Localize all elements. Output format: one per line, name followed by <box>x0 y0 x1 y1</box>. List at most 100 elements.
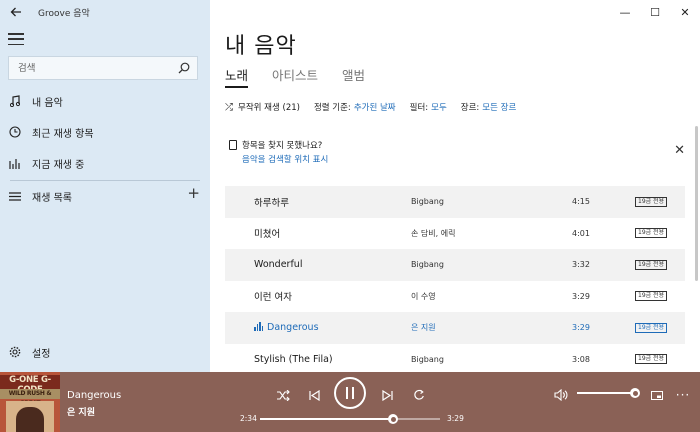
song-title: 미쳤어 <box>254 229 281 241</box>
maximize-button[interactable]: ☐ <box>640 0 670 24</box>
filter-bar: ⤮ 무작위 재생 (21) 정렬 기준: 추가된 날짜 필터: 모두 장르: 모든 장르 <box>225 101 516 113</box>
more-icon: ··· <box>675 388 691 402</box>
sort-dropdown[interactable]: 정렬 기준: 추가된 날짜 <box>314 101 396 113</box>
sidebar-item-label: 지금 재생 중 <box>32 159 85 171</box>
app-title: Groove 음악 <box>38 8 90 19</box>
previous-button[interactable] <box>303 384 325 406</box>
song-artist: 손 담비, 에릭 <box>411 228 456 238</box>
song-duration: 3:32 <box>572 260 590 270</box>
song-list: 하루하루 Bigbang 4:15 19금 전용 미쳤어 손 담비, 에릭 4:… <box>225 186 685 375</box>
genre-value: 모든 장르 <box>482 103 517 113</box>
main-content: — ☐ ✕ 내 음악 노래 아티스트 앨범 ⤮ 무작위 재생 (21) 정렬 기준… <box>210 0 700 372</box>
song-row[interactable]: 이런 여자 이 수영 3:29 19금 전용 <box>225 281 685 313</box>
volume-slider-thumb[interactable] <box>630 388 640 398</box>
album-art[interactable]: G-ONE G-CODE WILD RUSH & GREAT <box>0 372 60 432</box>
music-note-icon <box>0 95 30 107</box>
genre-dropdown[interactable]: 장르: 모든 장르 <box>461 101 517 113</box>
song-row[interactable]: Stylish (The Fila) Bigbang 3:08 19금 전용 <box>225 344 685 376</box>
album-art-title: G-ONE G-CODE <box>0 375 60 395</box>
volume-slider[interactable] <box>577 388 640 398</box>
previous-icon <box>308 389 320 401</box>
filter-value: 모두 <box>431 103 447 113</box>
sort-label: 정렬 기준: <box>313 103 351 113</box>
sidebar-item-settings[interactable]: 설정 <box>0 337 210 367</box>
sidebar-item-label: 최근 재생 항목 <box>32 128 94 140</box>
tab-bar: 노래 아티스트 앨범 <box>225 65 389 88</box>
pause-button[interactable] <box>334 377 366 409</box>
mini-view-icon <box>651 390 663 400</box>
search-icon[interactable] <box>178 62 190 74</box>
song-artist: Bigbang <box>411 354 444 364</box>
bars-icon <box>0 158 30 169</box>
volume-slider-fill <box>577 392 635 394</box>
shuffle-button[interactable] <box>272 384 294 406</box>
song-row[interactable]: Wonderful Bigbang 3:32 19금 전용 <box>225 249 685 281</box>
song-duration: 3:29 <box>572 291 590 301</box>
explicit-badge: 19금 전용 <box>635 228 668 239</box>
window-controls: — ☐ ✕ <box>610 0 700 24</box>
hamburger-menu-icon[interactable] <box>8 32 24 46</box>
gear-icon <box>0 346 30 358</box>
repeat-icon <box>414 389 424 400</box>
notice-title: 항목을 찾지 못했나요? <box>242 141 323 151</box>
song-duration: 3:08 <box>572 354 590 364</box>
repeat-button[interactable] <box>408 384 430 406</box>
song-duration: 4:15 <box>572 197 590 207</box>
now-playing-icon <box>254 322 263 332</box>
tab-artists[interactable]: 아티스트 <box>272 65 318 88</box>
current-time: 2:34 <box>240 414 257 423</box>
close-button[interactable]: ✕ <box>670 0 700 24</box>
sidebar-item-recent[interactable]: 최근 재생 항목 <box>0 117 210 147</box>
add-playlist-button[interactable]: + <box>187 186 200 201</box>
volume-button[interactable] <box>550 384 572 406</box>
song-artist: Bigbang <box>411 260 444 270</box>
now-playing-title[interactable]: Dangerous <box>67 390 121 401</box>
seek-bar-thumb[interactable] <box>388 414 399 424</box>
sidebar: Groove 음악 내 음악 최근 재생 항목 지금 재생 중 재생 목록 + <box>0 0 210 372</box>
sort-value: 추가된 날짜 <box>353 103 396 113</box>
clock-icon <box>0 126 30 138</box>
pause-icon-bar <box>346 387 348 399</box>
total-time: 3:29 <box>447 414 464 423</box>
close-notice-icon[interactable]: ✕ <box>674 143 685 158</box>
explicit-badge: 19금 전용 <box>635 259 668 270</box>
album-art-subtitle: WILD RUSH & GREAT <box>0 389 60 407</box>
document-icon <box>229 140 237 150</box>
tab-albums[interactable]: 앨범 <box>342 65 365 88</box>
minimize-button[interactable]: — <box>610 0 640 24</box>
song-row[interactable]: 미쳤어 손 담비, 에릭 4:01 19금 전용 <box>225 218 685 250</box>
explicit-badge: 19금 전용 <box>635 354 668 365</box>
song-title: Stylish (The Fila) <box>254 353 333 365</box>
now-playing-artist[interactable]: 은 지원 <box>67 405 95 418</box>
song-title: Dangerous <box>254 322 319 333</box>
mini-view-button[interactable] <box>646 384 668 406</box>
scrollbar[interactable] <box>695 126 698 281</box>
shuffle-icon: ⤮ <box>225 102 233 113</box>
tab-songs[interactable]: 노래 <box>225 65 249 88</box>
playlist-icon <box>0 191 30 201</box>
sidebar-item-playlists[interactable]: 재생 목록 + <box>0 181 210 211</box>
song-row-now-playing[interactable]: Dangerous 은 지원 3:29 19금 전용 <box>225 312 685 344</box>
player-bar: G-ONE G-CODE WILD RUSH & GREAT Dangerous… <box>0 372 700 432</box>
filter-dropdown[interactable]: 필터: 모두 <box>410 101 447 113</box>
seek-bar[interactable] <box>260 414 440 424</box>
shuffle-all-button[interactable]: ⤮ 무작위 재생 (21) <box>225 101 300 113</box>
more-options-button[interactable]: ··· <box>672 384 694 406</box>
next-button[interactable] <box>376 384 398 406</box>
choose-music-locations-link[interactable]: 음악을 검색할 위치 표시 <box>242 153 328 165</box>
search-input[interactable] <box>18 62 168 74</box>
song-duration: 3:29 <box>572 323 590 333</box>
search-box <box>8 56 198 80</box>
song-artist: 은 지원 <box>411 323 436 333</box>
sidebar-item-label: 내 음악 <box>32 97 63 109</box>
explicit-badge: 19금 전용 <box>635 322 668 333</box>
song-artist: Bigbang <box>411 197 444 207</box>
title-bar: Groove 음악 <box>0 0 210 24</box>
missing-music-notice: 항목을 찾지 못했나요? 음악을 검색할 위치 표시 ✕ <box>225 135 685 169</box>
sidebar-item-my-music[interactable]: 내 음악 <box>0 86 210 116</box>
song-row[interactable]: 하루하루 Bigbang 4:15 19금 전용 <box>225 186 685 218</box>
seek-bar-fill <box>260 418 394 420</box>
album-art-photo <box>6 401 54 432</box>
sidebar-item-now-playing[interactable]: 지금 재생 중 <box>0 148 210 178</box>
back-button[interactable] <box>0 0 32 24</box>
